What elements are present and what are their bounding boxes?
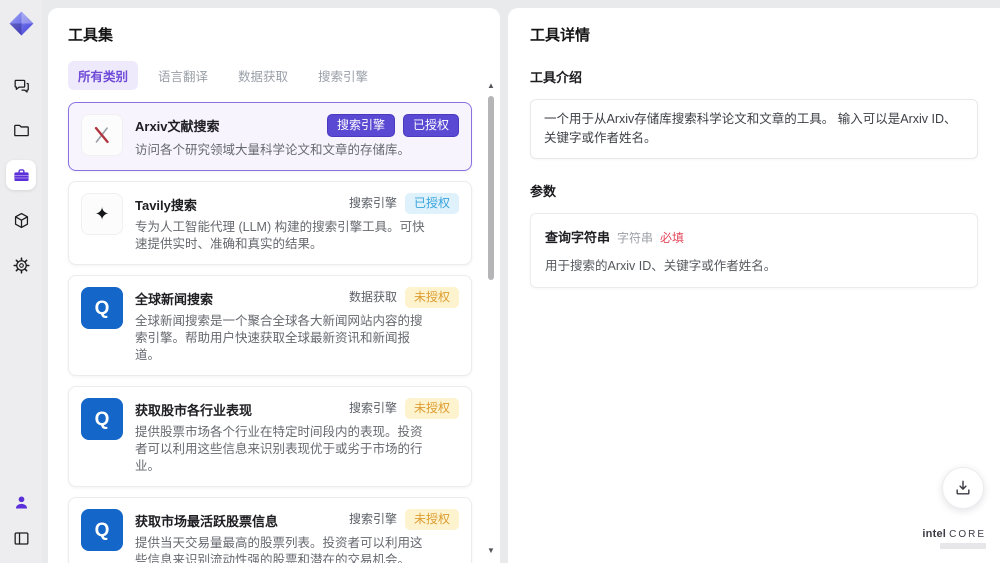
tool-title: Tavily搜索 bbox=[135, 198, 197, 213]
parameter-type: 字符串 bbox=[617, 230, 654, 245]
tab-0[interactable]: 所有类别 bbox=[68, 61, 139, 90]
tab-1[interactable]: 语言翻译 bbox=[148, 61, 218, 90]
scroll-up-icon[interactable]: ▲ bbox=[485, 82, 497, 90]
tool-card[interactable]: Q 获取市场最活跃股票信息 搜索引擎 未授权提供当天交易量最高的股票列表。投资者可以利… bbox=[68, 497, 472, 563]
tool-card-body: Arxiv文献搜索 搜索引擎 已授权访问各个研究领域大量科学论文和文章的存储库。 bbox=[135, 114, 459, 159]
list-scrollbar[interactable]: ▲ ▼ bbox=[485, 82, 497, 555]
cube-icon[interactable] bbox=[6, 205, 36, 235]
tool-title: 全球新闻搜索 bbox=[135, 292, 214, 307]
parameter-card: 查询字符串 字符串 必填 用于搜索的Arxiv ID、关键字或作者姓名。 bbox=[530, 212, 978, 288]
intro-heading: 工具介绍 bbox=[530, 70, 583, 85]
tool-description: 专为人工智能代理 (LLM) 构建的搜索引擎工具。可快速提供实时、准确和真实的结… bbox=[135, 220, 425, 251]
left-rail bbox=[0, 0, 42, 563]
params-heading: 参数 bbox=[530, 183, 557, 199]
parameter-required-badge: 必填 bbox=[660, 230, 685, 245]
chat-icon[interactable] bbox=[6, 70, 36, 100]
tool-title: 获取市场最活跃股票信息 bbox=[135, 514, 279, 529]
tool-tags: 搜索引擎 未授权 bbox=[349, 509, 459, 530]
page-title: 工具集 bbox=[68, 27, 114, 44]
parameter-name: 查询字符串 bbox=[545, 229, 611, 245]
tool-description: 访问各个研究领域大量科学论文和文章的存储库。 bbox=[135, 143, 411, 157]
category-badge: 搜索引擎 bbox=[348, 196, 397, 210]
category-badge: 搜索引擎 bbox=[348, 512, 397, 526]
auth-badge: 已授权 bbox=[402, 114, 459, 137]
arxiv-logo-icon bbox=[81, 114, 123, 156]
parameter-header: 查询字符串 字符串 必填 bbox=[545, 227, 963, 246]
category-badge: 搜索引擎 bbox=[348, 401, 397, 415]
brand-secondary: CORE bbox=[949, 529, 986, 540]
tool-card-body: 获取市场最活跃股票信息 搜索引擎 未授权提供当天交易量最高的股票列表。投资者可以利用… bbox=[135, 509, 459, 563]
blue-search-icon: Q bbox=[81, 398, 123, 440]
scroll-down-icon[interactable]: ▼ bbox=[485, 547, 497, 555]
scrollbar-thumb[interactable] bbox=[488, 96, 494, 280]
detail-title: 工具详情 bbox=[530, 27, 591, 44]
tavily-star-icon: ✦ bbox=[81, 193, 123, 235]
briefcase-icon[interactable] bbox=[6, 160, 36, 190]
tab-2[interactable]: 数据获取 bbox=[228, 61, 298, 90]
tool-intro-box: 一个用于从Arxiv存储库搜索科学论文和文章的工具。 输入可以是Arxiv ID… bbox=[530, 99, 978, 159]
blue-search-icon: Q bbox=[81, 509, 123, 551]
tool-card[interactable]: Q 全球新闻搜索 数据获取 未授权全球新闻搜索是一个聚合全球各大新闻网站内容的搜索引擎… bbox=[68, 275, 472, 376]
app-logo-icon bbox=[6, 8, 36, 38]
intel-core-logo: intel CORE bbox=[922, 528, 986, 549]
tool-list-panel: 工具集 所有类别 语言翻译 数据获取 搜索引擎 Arxiv文献搜索 搜索引擎 已授权 访问各… bbox=[48, 8, 500, 563]
tool-card[interactable]: Arxiv文献搜索 搜索引擎 已授权访问各个研究领域大量科学论文和文章的存储库。 bbox=[68, 102, 472, 171]
tab-3[interactable]: 搜索引擎 bbox=[308, 61, 378, 90]
tool-card[interactable]: Q 获取股市各行业表现 搜索引擎 未授权提供股票市场各个行业在特定时间段内的表现。投资… bbox=[68, 386, 472, 487]
tool-tags: 搜索引擎 已授权 bbox=[349, 193, 459, 214]
auth-badge: 未授权 bbox=[404, 398, 459, 419]
gear-icon[interactable] bbox=[6, 250, 36, 280]
category-badge: 搜索引擎 bbox=[326, 114, 395, 137]
tool-detail-panel: 工具详情 工具介绍 一个用于从Arxiv存储库搜索科学论文和文章的工具。 输入可… bbox=[508, 8, 1000, 563]
tool-title: Arxiv文献搜索 bbox=[135, 119, 220, 134]
tool-description: 全球新闻搜索是一个聚合全球各大新闻网站内容的搜索引擎。帮助用户快速获取全球最新资… bbox=[135, 314, 423, 362]
auth-badge: 未授权 bbox=[404, 287, 459, 308]
tool-card-body: 全球新闻搜索 数据获取 未授权全球新闻搜索是一个聚合全球各大新闻网站内容的搜索引擎。… bbox=[135, 287, 459, 364]
folder-icon[interactable] bbox=[6, 115, 36, 145]
download-icon bbox=[956, 480, 970, 495]
panel-icon[interactable] bbox=[6, 523, 36, 553]
tool-description: 提供当天交易量最高的股票列表。投资者可以利用这些信息来识别流动性强的股票和潜在的… bbox=[135, 536, 423, 563]
rail-bottom bbox=[6, 487, 36, 553]
tool-title: 获取股市各行业表现 bbox=[135, 403, 253, 418]
parameter-description: 用于搜索的Arxiv ID、关键字或作者姓名。 bbox=[545, 258, 777, 273]
tool-card-body: Tavily搜索 搜索引擎 已授权专为人工智能代理 (LLM) 构建的搜索引擎工具。… bbox=[135, 193, 459, 253]
auth-badge: 已授权 bbox=[404, 193, 459, 214]
tool-card-list: Arxiv文献搜索 搜索引擎 已授权 访问各个研究领域大量科学论文和文章的存储库。 ✦ T… bbox=[68, 102, 482, 563]
rail-nav bbox=[6, 70, 36, 280]
download-button[interactable] bbox=[942, 467, 984, 509]
tool-description: 提供股票市场各个行业在特定时间段内的表现。投资者可以利用这些信息来识别表现优于或… bbox=[135, 425, 423, 473]
tool-card-body: 获取股市各行业表现 搜索引擎 未授权提供股票市场各个行业在特定时间段内的表现。投资者… bbox=[135, 398, 459, 475]
brand-subline bbox=[940, 543, 986, 549]
brand-primary: intel bbox=[922, 528, 947, 540]
user-icon[interactable] bbox=[6, 487, 36, 517]
tool-tags: 搜索引擎 已授权 bbox=[326, 114, 459, 137]
tool-tags: 搜索引擎 未授权 bbox=[349, 398, 459, 419]
category-tabs: 所有类别 语言翻译 数据获取 搜索引擎 bbox=[68, 61, 482, 90]
blue-search-icon: Q bbox=[81, 287, 123, 329]
auth-badge: 未授权 bbox=[404, 509, 459, 530]
category-badge: 数据获取 bbox=[348, 290, 397, 304]
tool-tags: 数据获取 未授权 bbox=[349, 287, 459, 308]
tool-card[interactable]: ✦ Tavily搜索 搜索引擎 已授权专为人工智能代理 (LLM) 构建的搜索引擎工具… bbox=[68, 181, 472, 265]
